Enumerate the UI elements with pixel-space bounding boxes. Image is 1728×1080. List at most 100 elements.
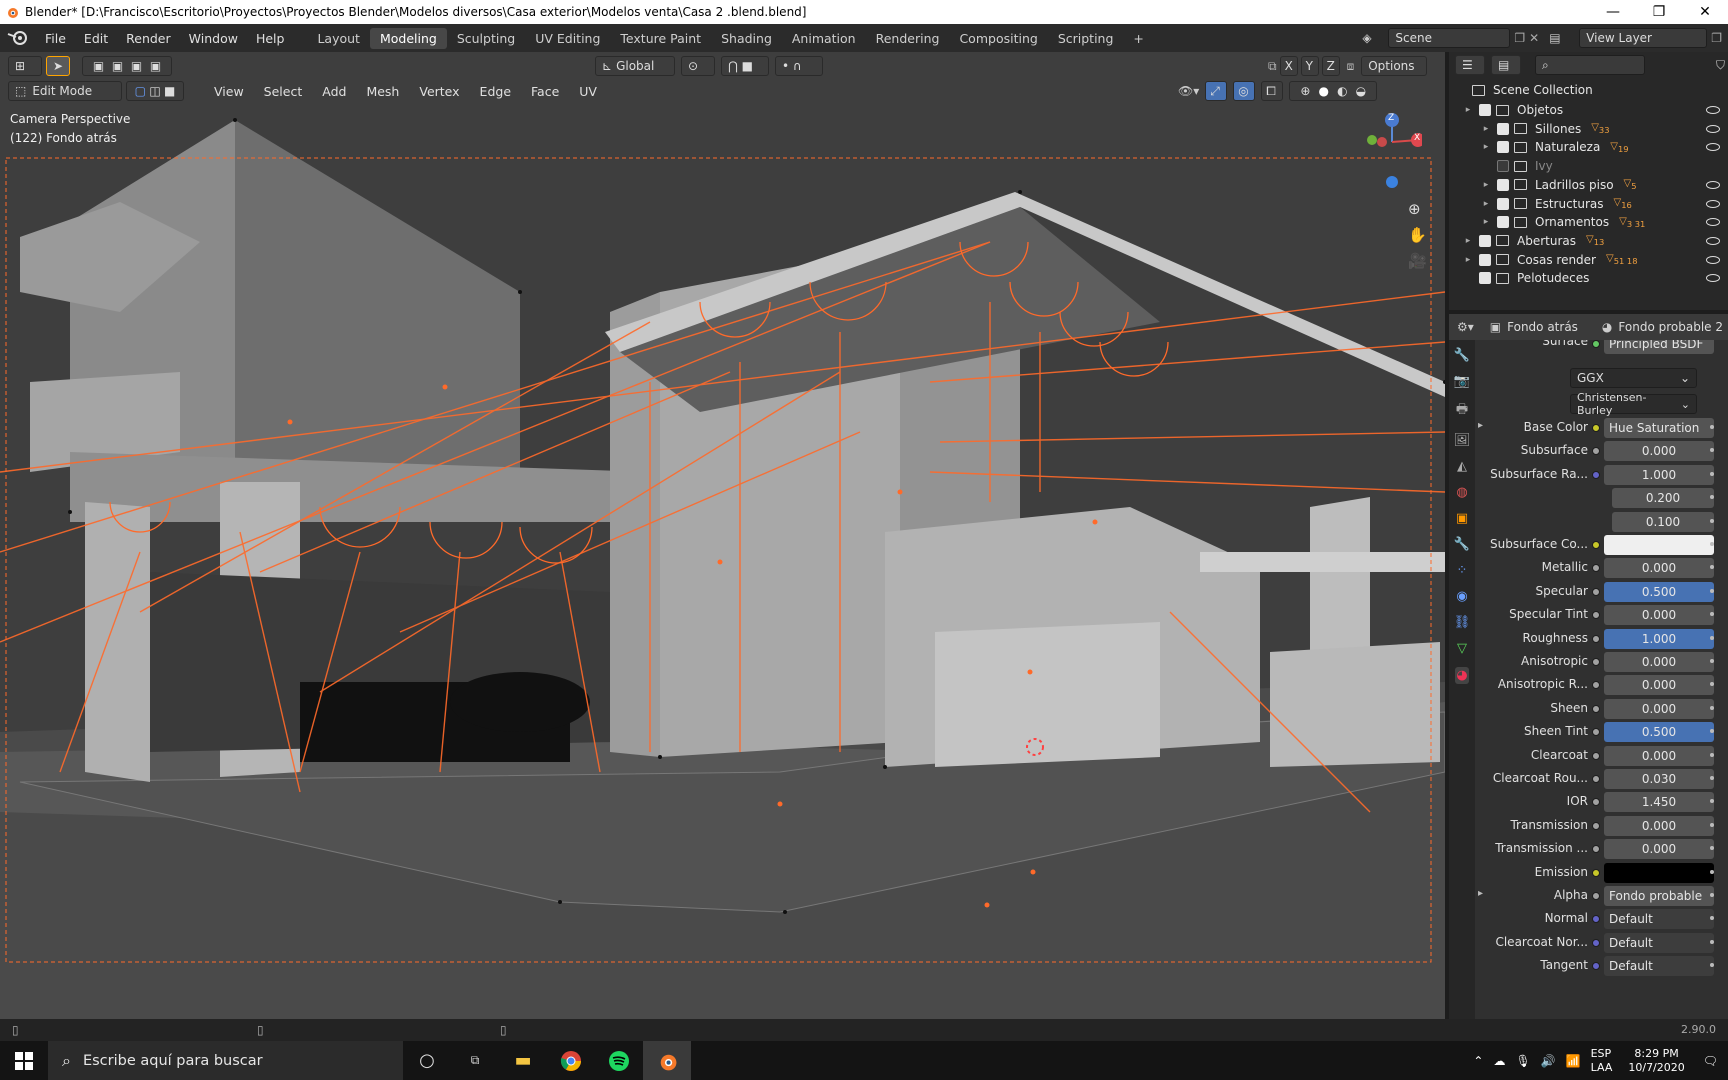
chevron-up-icon[interactable]: ⌃ [1473, 1054, 1483, 1068]
keyframe-dot-icon[interactable] [1710, 588, 1714, 593]
scene-selector[interactable]: Scene [1388, 28, 1511, 48]
expand-arrow-icon[interactable]: ▸ [1478, 888, 1483, 899]
scene-tab-icon[interactable]: ◭ [1457, 459, 1467, 474]
menu-select[interactable]: Select [256, 84, 311, 99]
blender-menu-icon[interactable] [0, 28, 36, 48]
view-layer-selector[interactable]: View Layer [1579, 28, 1708, 48]
shader-input-field[interactable]: 1.450 [1604, 792, 1714, 813]
collection-checkbox[interactable] [1497, 216, 1509, 229]
visibility-eye-icon[interactable] [1706, 218, 1720, 227]
tab-compositing[interactable]: Compositing [949, 28, 1047, 49]
collection-checkbox[interactable] [1497, 141, 1509, 154]
input-language[interactable]: ESP LAA [1591, 1047, 1613, 1075]
editor-type-button[interactable]: ⊞ [8, 56, 42, 76]
distribution-dropdown[interactable]: GGX ⌄ [1570, 368, 1697, 388]
notifications-icon[interactable]: 🗨 [1703, 1054, 1718, 1068]
visibility-eye-icon[interactable] [1706, 124, 1720, 133]
tab-layout[interactable]: Layout [307, 28, 370, 49]
keyframe-dot-icon[interactable] [1710, 705, 1714, 710]
chrome-button[interactable] [547, 1041, 595, 1080]
outliner-item[interactable]: ▸ Estructuras ▽16 [1449, 194, 1728, 214]
expand-arrow-icon[interactable]: ▸ [1463, 255, 1473, 265]
add-workspace-button[interactable]: + [1123, 28, 1153, 49]
file-explorer-button[interactable]: ▬ [499, 1041, 547, 1080]
snap-toggle[interactable]: ⋂ ■ [721, 56, 769, 76]
copy-view-layer-icon[interactable]: ❐ [1711, 31, 1722, 45]
collection-checkbox[interactable] [1497, 197, 1509, 210]
options-dropdown[interactable]: Options [1361, 56, 1428, 76]
spotify-button[interactable] [595, 1041, 643, 1080]
menu-view[interactable]: View [206, 84, 252, 99]
visibility-eye-icon[interactable] [1706, 143, 1720, 152]
visibility-eye-icon[interactable] [1706, 180, 1720, 189]
shader-input-field[interactable] [1604, 862, 1714, 883]
taskbar-search-box[interactable]: ⌕ Escribe aquí para buscar [48, 1041, 403, 1080]
physics-tab-icon[interactable]: ◉ [1456, 589, 1467, 604]
expand-arrow-icon[interactable]: ▸ [1463, 236, 1473, 246]
keyframe-dot-icon[interactable] [1710, 518, 1714, 523]
shader-input-field[interactable]: 0.200 [1612, 488, 1714, 509]
keyframe-dot-icon[interactable] [1710, 776, 1714, 780]
surface-shader-field[interactable]: Principled BSDF [1604, 340, 1714, 354]
outliner-item[interactable]: ▸ Aberturas ▽13 [1449, 231, 1728, 251]
subsurface-method-dropdown[interactable]: Christensen-Burley ⌄ [1570, 391, 1697, 417]
outliner-item[interactable]: ▸ Objetos [1449, 100, 1728, 120]
menu-face[interactable]: Face [523, 84, 567, 99]
axis-x-toggle[interactable]: X [1279, 56, 1298, 76]
shader-input-field[interactable]: 0.500 [1604, 722, 1714, 743]
output-tab-icon[interactable]: 🖶 [1456, 400, 1468, 422]
shader-input-field[interactable]: Fondo probable 3.p... [1604, 886, 1714, 923]
keyframe-dot-icon[interactable] [1710, 869, 1714, 874]
select-element-toggle[interactable]: ▢ ◫ ■ [126, 81, 184, 101]
microphone-icon[interactable]: 🎙 [1515, 1054, 1530, 1068]
expand-arrow-icon[interactable]: ▸ [1481, 142, 1491, 152]
proportional-edit-toggle[interactable]: • ∩ [775, 56, 823, 76]
shader-input-field[interactable]: 0.030 [1604, 769, 1714, 789]
shader-input-field[interactable]: 0.000 [1604, 745, 1714, 766]
expand-arrow-icon[interactable]: ▸ [1478, 420, 1483, 431]
keyframe-dot-icon[interactable] [1710, 893, 1714, 897]
auto-merge-icon[interactable]: ⧈ [1347, 59, 1355, 74]
scene-icon[interactable]: ◈ [1362, 31, 1384, 45]
visibility-eye-icon[interactable] [1706, 236, 1720, 245]
visibility-eye-icon[interactable] [1706, 255, 1720, 264]
menu-edge[interactable]: Edge [472, 84, 519, 99]
object-tab-icon[interactable]: ▣ [1456, 511, 1468, 526]
menu-vertex[interactable]: Vertex [411, 84, 467, 99]
material-tab-icon[interactable]: ◕ [1455, 667, 1469, 684]
pivot-point-dropdown[interactable]: ⊙ [681, 56, 715, 76]
outliner-item[interactable]: ▸ Ladrillos piso ▽5 [1449, 175, 1728, 195]
collection-checkbox[interactable] [1479, 272, 1491, 285]
tab-rendering[interactable]: Rendering [866, 28, 950, 49]
outliner-item[interactable]: ▸ Sillones ▽33 [1449, 119, 1728, 139]
blender-taskbar-button[interactable] [643, 1041, 691, 1080]
axis-y-toggle[interactable]: Y [1300, 56, 1319, 76]
outliner-search-input[interactable]: ⌕ [1535, 55, 1645, 75]
menu-file[interactable]: File [36, 31, 75, 46]
tab-texture-paint[interactable]: Texture Paint [610, 28, 711, 49]
menu-uv[interactable]: UV [571, 84, 605, 99]
remove-scene-icon[interactable]: ✕ [1529, 31, 1539, 45]
expand-arrow-icon[interactable]: ▸ [1463, 105, 1473, 115]
keyframe-dot-icon[interactable] [1710, 471, 1714, 476]
keyframe-dot-icon[interactable] [1710, 425, 1714, 429]
collection-checkbox[interactable] [1479, 253, 1491, 266]
collection-checkbox[interactable] [1497, 178, 1509, 191]
expand-arrow-icon[interactable]: ▸ [1481, 124, 1491, 134]
tab-uv-editing[interactable]: UV Editing [525, 28, 610, 49]
xray-toggle[interactable]: ⧠ [1261, 81, 1284, 101]
menu-mesh[interactable]: Mesh [358, 84, 407, 99]
menu-add[interactable]: Add [314, 84, 354, 99]
wifi-icon[interactable]: 📶 [1566, 1054, 1581, 1068]
volume-icon[interactable]: 🔊 [1541, 1054, 1556, 1068]
mirror-icon[interactable]: ⧉ [1268, 59, 1277, 74]
onedrive-cloud-icon[interactable]: ☁ [1493, 1054, 1505, 1068]
camera-view-icon[interactable]: 🎥 [1408, 252, 1427, 270]
outliner-item[interactable]: ▸ Naturaleza ▽19 [1449, 137, 1728, 157]
collection-checkbox[interactable] [1479, 234, 1491, 247]
visibility-icon[interactable]: 👁▾ [1178, 84, 1199, 98]
view-layer-tab-icon[interactable]: 🖼 [1454, 433, 1471, 448]
axis-z-toggle[interactable]: Z [1321, 56, 1340, 76]
expand-arrow-icon[interactable]: ▸ [1481, 180, 1491, 190]
filter-icon[interactable]: ⛉ [1716, 58, 1725, 73]
